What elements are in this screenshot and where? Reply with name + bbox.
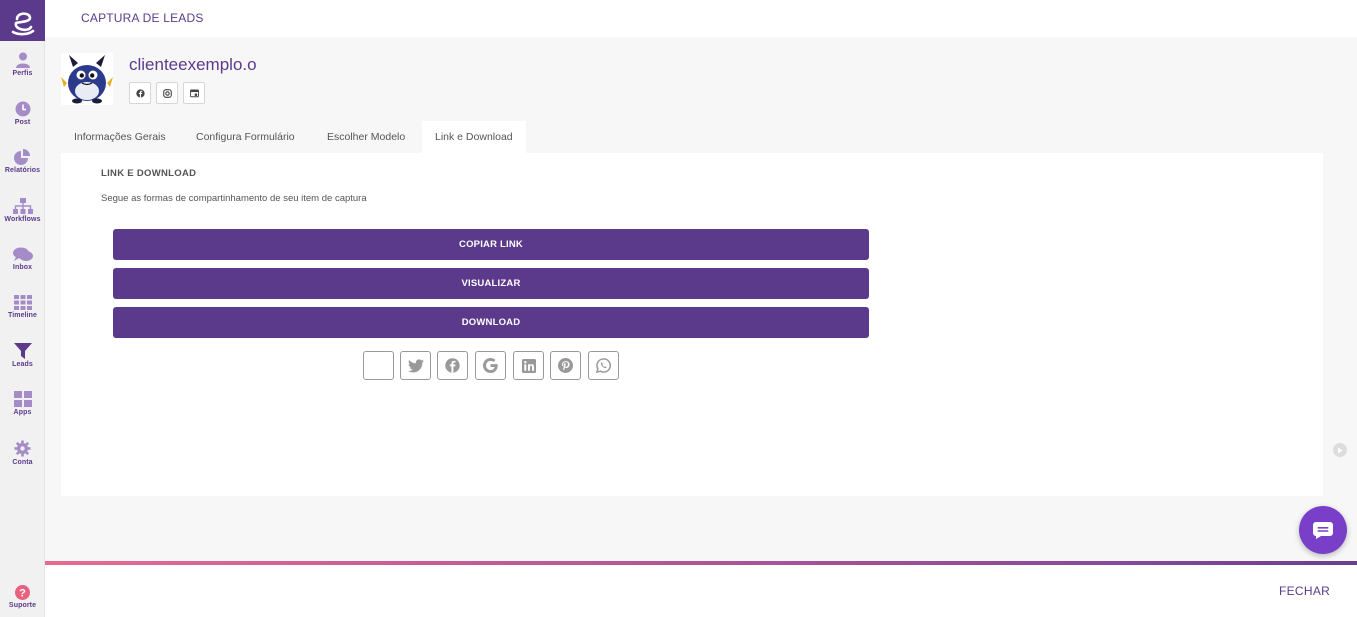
tab-informacoes-gerais[interactable]: Informações Gerais [61,121,179,153]
share-blank-button[interactable] [363,351,394,380]
google-business-button[interactable] [183,82,205,104]
sidebar-item-label: Suporte [8,602,37,609]
whatsapp-icon [596,358,611,373]
copy-link-button[interactable]: COPIAR LINK [113,229,869,260]
sidebar: Perfis Post Relatórios Workflows Inbox T… [0,0,45,617]
chat-bubble-icon [1313,521,1333,539]
apps-icon [13,391,32,407]
facebook-button[interactable] [129,82,151,104]
sidebar-item-apps[interactable]: Apps [0,391,45,416]
page-title: CAPTURA DE LEADS [81,11,204,25]
profile-name: clienteexemplo.o [129,55,257,74]
instagram-icon [162,88,172,98]
tab-configura-formulario[interactable]: Configura Formulário [183,121,308,153]
section-description: Segue as formas de compartinhamento de s… [101,193,367,204]
linkedin-icon [521,358,536,373]
share-google-button[interactable] [475,351,506,380]
sidebar-item-label: Apps [13,409,32,416]
filter-icon [13,343,32,359]
section-title: LINK E DOWNLOAD [101,168,197,179]
user-icon [15,52,30,68]
sidebar-item-label: Timeline [7,312,38,319]
chat-icon [12,247,33,261]
svg-text:?: ? [19,587,26,599]
share-linkedin-button[interactable] [513,351,544,380]
sidebar-item-label: Conta [12,459,33,466]
share-facebook-button[interactable] [437,351,468,380]
sidebar-item-timeline[interactable]: Timeline [0,295,45,319]
monster-mascot-icon [61,55,113,104]
grid-icon [13,295,32,310]
clock-icon [15,101,30,117]
sidebar-item-post[interactable]: Post [0,101,45,126]
sidebar-item-relatorios[interactable]: Relatórios [0,149,45,174]
sidebar-item-label: Post [14,119,31,126]
sidebar-item-workflows[interactable]: Workflows [0,198,45,223]
scroll-right-handle[interactable] [1333,443,1347,457]
google-icon [483,358,498,373]
download-button[interactable]: DOWNLOAD [113,307,869,338]
sidebar-item-conta[interactable]: Conta [0,440,45,466]
share-whatsapp-button[interactable] [588,351,619,380]
content-panel: LINK E DOWNLOAD Segue as formas de compa… [61,153,1323,496]
sidebar-item-perfis[interactable]: Perfis [0,52,45,77]
sidebar-item-label: Perfis [12,70,33,77]
chat-widget-button[interactable] [1299,506,1347,554]
tab-escolher-modelo[interactable]: Escolher Modelo [314,121,418,153]
share-pinterest-button[interactable] [550,351,581,380]
facebook-icon [445,358,460,373]
twitter-icon [407,358,424,372]
sidebar-item-label: Inbox [12,264,33,271]
avatar [61,53,113,105]
google-business-icon [189,88,199,97]
footer [45,565,1357,617]
sidebar-item-label: Workflows [4,216,41,223]
sidebar-item-label: Relatórios [4,167,41,174]
help-icon: ? [15,585,30,600]
close-button[interactable]: FECHAR [1279,584,1330,598]
gear-icon [14,440,31,457]
facebook-icon [135,88,145,98]
app-logo[interactable] [0,0,45,41]
view-button[interactable]: VISUALIZAR [113,268,869,299]
logo-icon [11,11,34,35]
tab-link-e-download[interactable]: Link e Download [422,121,526,153]
pie-chart-icon [14,149,30,165]
top-bar: CAPTURA DE LEADS [45,0,1357,37]
sidebar-item-label: Leads [12,361,33,368]
sidebar-item-suporte[interactable]: ? Suporte [0,585,45,609]
sitemap-icon [12,198,33,214]
sidebar-item-inbox[interactable]: Inbox [0,247,45,271]
sidebar-item-leads[interactable]: Leads [0,343,45,368]
caret-right-icon [1338,447,1343,453]
pinterest-icon [558,358,573,373]
share-twitter-button[interactable] [400,351,431,380]
instagram-button[interactable] [156,82,178,104]
